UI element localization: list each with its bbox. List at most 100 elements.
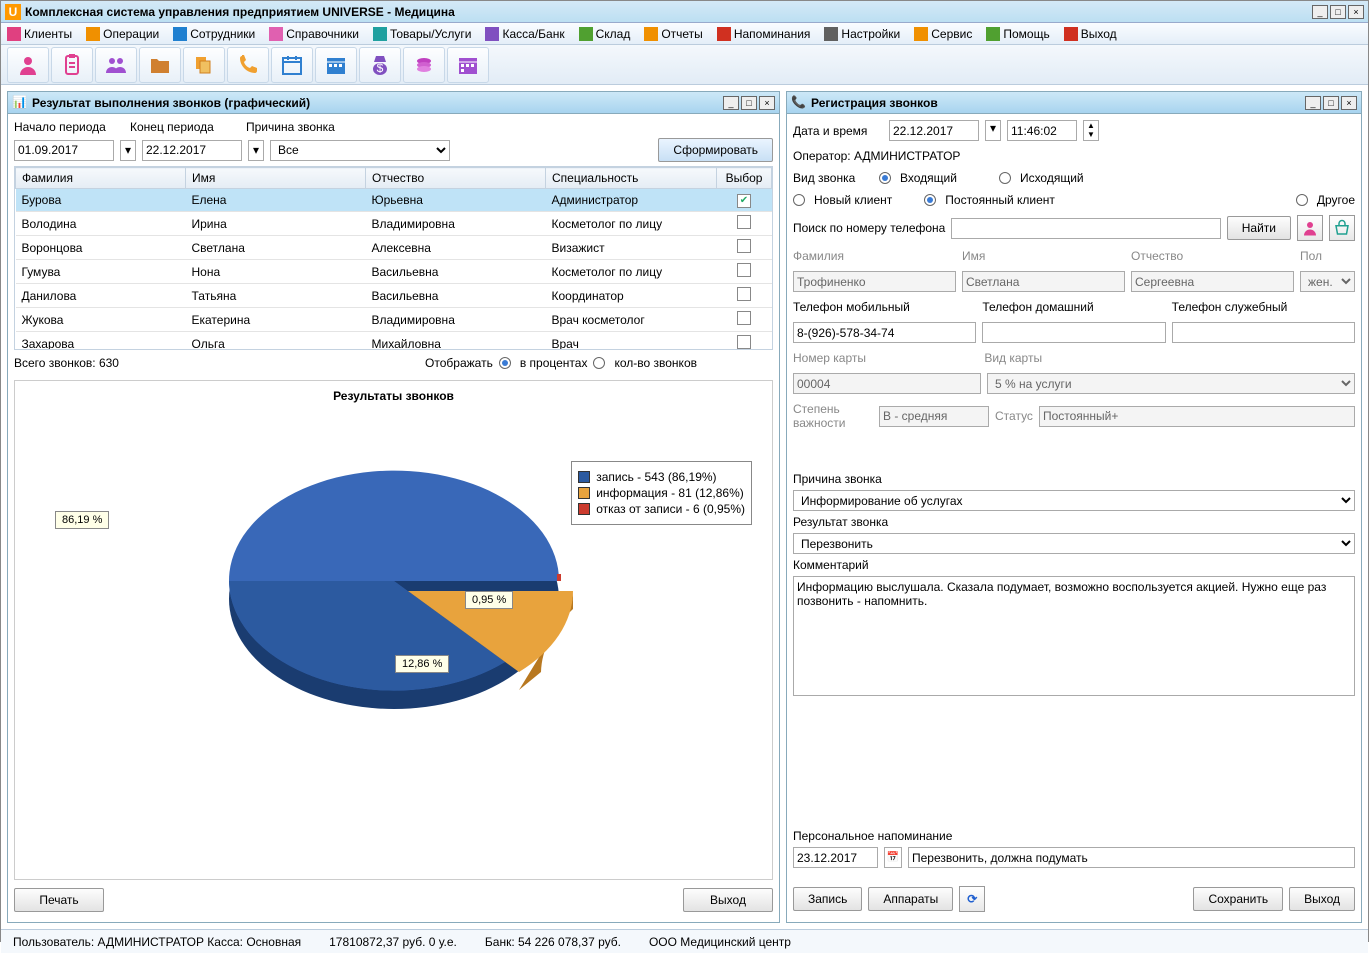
period-end-input[interactable] (142, 140, 242, 161)
work-phone-input[interactable] (1172, 322, 1355, 343)
menu-помощь[interactable]: Помощь (986, 27, 1049, 41)
col-select[interactable]: Выбор (717, 168, 772, 189)
select-checkbox[interactable] (737, 239, 751, 253)
panel-r-minimize-button[interactable]: _ (1305, 96, 1321, 110)
select-checkbox[interactable]: ✔ (737, 194, 751, 208)
tool-calendar3-icon[interactable] (447, 47, 489, 83)
card-type-select[interactable]: 5 % на услуги (987, 373, 1355, 394)
find-button[interactable]: Найти (1227, 216, 1291, 240)
panel-r-close-button[interactable]: × (1341, 96, 1357, 110)
tool-client-icon[interactable] (7, 47, 49, 83)
period-start-input[interactable] (14, 140, 114, 161)
maximize-button[interactable]: □ (1330, 5, 1346, 19)
chart-legend: запись - 543 (86,19%) информация - 81 (1… (571, 461, 752, 525)
reminder-text-input[interactable] (908, 847, 1355, 868)
date-dropdown-icon[interactable]: ▾ (985, 120, 1001, 141)
table-row[interactable]: ЗахароваОльгаМихайловнаВрач (16, 332, 772, 351)
basket-icon-button[interactable] (1329, 215, 1355, 241)
panel-close-button[interactable]: × (759, 96, 775, 110)
menu-напоминания[interactable]: Напоминания (717, 27, 811, 41)
table-row[interactable]: ДаниловаТатьянаВасильевнаКоординатор (16, 284, 772, 308)
table-row[interactable]: ВолодинаИринаВладимировнаКосметолог по л… (16, 212, 772, 236)
call-result-label: Результат звонка (793, 515, 888, 529)
calendar-icon[interactable]: 📅 (884, 847, 902, 868)
exit-button-right[interactable]: Выход (1289, 887, 1355, 911)
time-spinner-icon[interactable]: ▲▼ (1083, 120, 1099, 141)
home-phone-input[interactable] (982, 322, 1165, 343)
menu-склад[interactable]: Склад (579, 27, 631, 41)
select-checkbox[interactable] (737, 311, 751, 325)
panel-maximize-button[interactable]: □ (741, 96, 757, 110)
menu-справочники[interactable]: Справочники (269, 27, 359, 41)
select-checkbox[interactable] (737, 335, 751, 349)
menu-операции[interactable]: Операции (86, 27, 159, 41)
display-count-radio[interactable] (593, 357, 605, 369)
display-percent-radio[interactable] (499, 357, 511, 369)
table-row[interactable]: ЖуковаЕкатеринаВладимировнаВрач косметол… (16, 308, 772, 332)
devices-button[interactable]: Аппараты (868, 887, 953, 911)
minimize-button[interactable]: _ (1312, 5, 1328, 19)
gender-select[interactable]: жен. (1300, 271, 1355, 292)
tool-clipboard-icon[interactable] (51, 47, 93, 83)
patronymic-input[interactable] (1131, 271, 1294, 292)
outgoing-radio[interactable] (999, 172, 1011, 184)
tool-coins-icon[interactable] (403, 47, 445, 83)
refresh-icon-button[interactable]: ⟳ (959, 886, 985, 912)
tool-calendar2-icon[interactable] (315, 47, 357, 83)
comment-textarea[interactable]: Информацию выслушала. Сказала подумает, … (793, 576, 1355, 696)
menu-клиенты[interactable]: Клиенты (7, 27, 72, 41)
form-button[interactable]: Сформировать (658, 138, 773, 162)
incoming-radio[interactable] (879, 172, 891, 184)
menu-сотрудники[interactable]: Сотрудники (173, 27, 255, 41)
other-radio[interactable] (1296, 194, 1308, 206)
menu-выход[interactable]: Выход (1064, 27, 1117, 41)
record-button[interactable]: Запись (793, 887, 862, 911)
tool-folder-icon[interactable] (139, 47, 181, 83)
card-no-input[interactable] (793, 373, 981, 394)
period-start-dropdown-icon[interactable]: ▾ (120, 140, 136, 161)
menu-сервис[interactable]: Сервис (914, 27, 972, 41)
tool-phone-icon[interactable] (227, 47, 269, 83)
select-checkbox[interactable] (737, 287, 751, 301)
tool-people-icon[interactable] (95, 47, 137, 83)
tool-copy-icon[interactable] (183, 47, 225, 83)
time-input[interactable] (1007, 120, 1077, 141)
mobile-input[interactable] (793, 322, 976, 343)
person-icon-button[interactable] (1297, 215, 1323, 241)
table-row[interactable]: ГумуваНонаВасильевнаКосметолог по лицу (16, 260, 772, 284)
new-client-radio[interactable] (793, 194, 805, 206)
tool-calendar1-icon[interactable] (271, 47, 313, 83)
panel-r-maximize-button[interactable]: □ (1323, 96, 1339, 110)
regular-client-radio[interactable] (924, 194, 936, 206)
date-input[interactable] (889, 120, 979, 141)
card-type-label: Вид карты (984, 351, 1042, 365)
panel-minimize-button[interactable]: _ (723, 96, 739, 110)
tool-money-icon[interactable]: $ (359, 47, 401, 83)
menu-товары/услуги[interactable]: Товары/Услуги (373, 27, 472, 41)
name-input[interactable] (962, 271, 1125, 292)
table-row[interactable]: ВоронцоваСветланаАлексевнаВизажист (16, 236, 772, 260)
col-patronymic[interactable]: Отчество (366, 168, 546, 189)
reminder-date-input[interactable] (793, 847, 878, 868)
menu-настройки[interactable]: Настройки (824, 27, 900, 41)
call-result-select[interactable]: Перезвонить (793, 533, 1355, 554)
print-button[interactable]: Печать (14, 888, 104, 912)
importance-input[interactable] (879, 406, 989, 427)
reason-select[interactable]: Все (270, 140, 450, 161)
select-checkbox[interactable] (737, 215, 751, 229)
col-surname[interactable]: Фамилия (16, 168, 186, 189)
col-name[interactable]: Имя (186, 168, 366, 189)
col-specialty[interactable]: Специальность (546, 168, 717, 189)
exit-button-left[interactable]: Выход (683, 888, 773, 912)
surname-input[interactable] (793, 271, 956, 292)
close-button[interactable]: × (1348, 5, 1364, 19)
call-reason-select[interactable]: Информирование об услугах (793, 490, 1355, 511)
table-row[interactable]: БуроваЕленаЮрьевнаАдминистратор✔ (16, 189, 772, 212)
phone-search-input[interactable] (951, 218, 1220, 239)
menu-касса/банк[interactable]: Касса/Банк (485, 27, 564, 41)
menu-отчеты[interactable]: Отчеты (644, 27, 702, 41)
select-checkbox[interactable] (737, 263, 751, 277)
status-input[interactable] (1039, 406, 1355, 427)
save-button[interactable]: Сохранить (1193, 887, 1283, 911)
period-end-dropdown-icon[interactable]: ▾ (248, 140, 264, 161)
